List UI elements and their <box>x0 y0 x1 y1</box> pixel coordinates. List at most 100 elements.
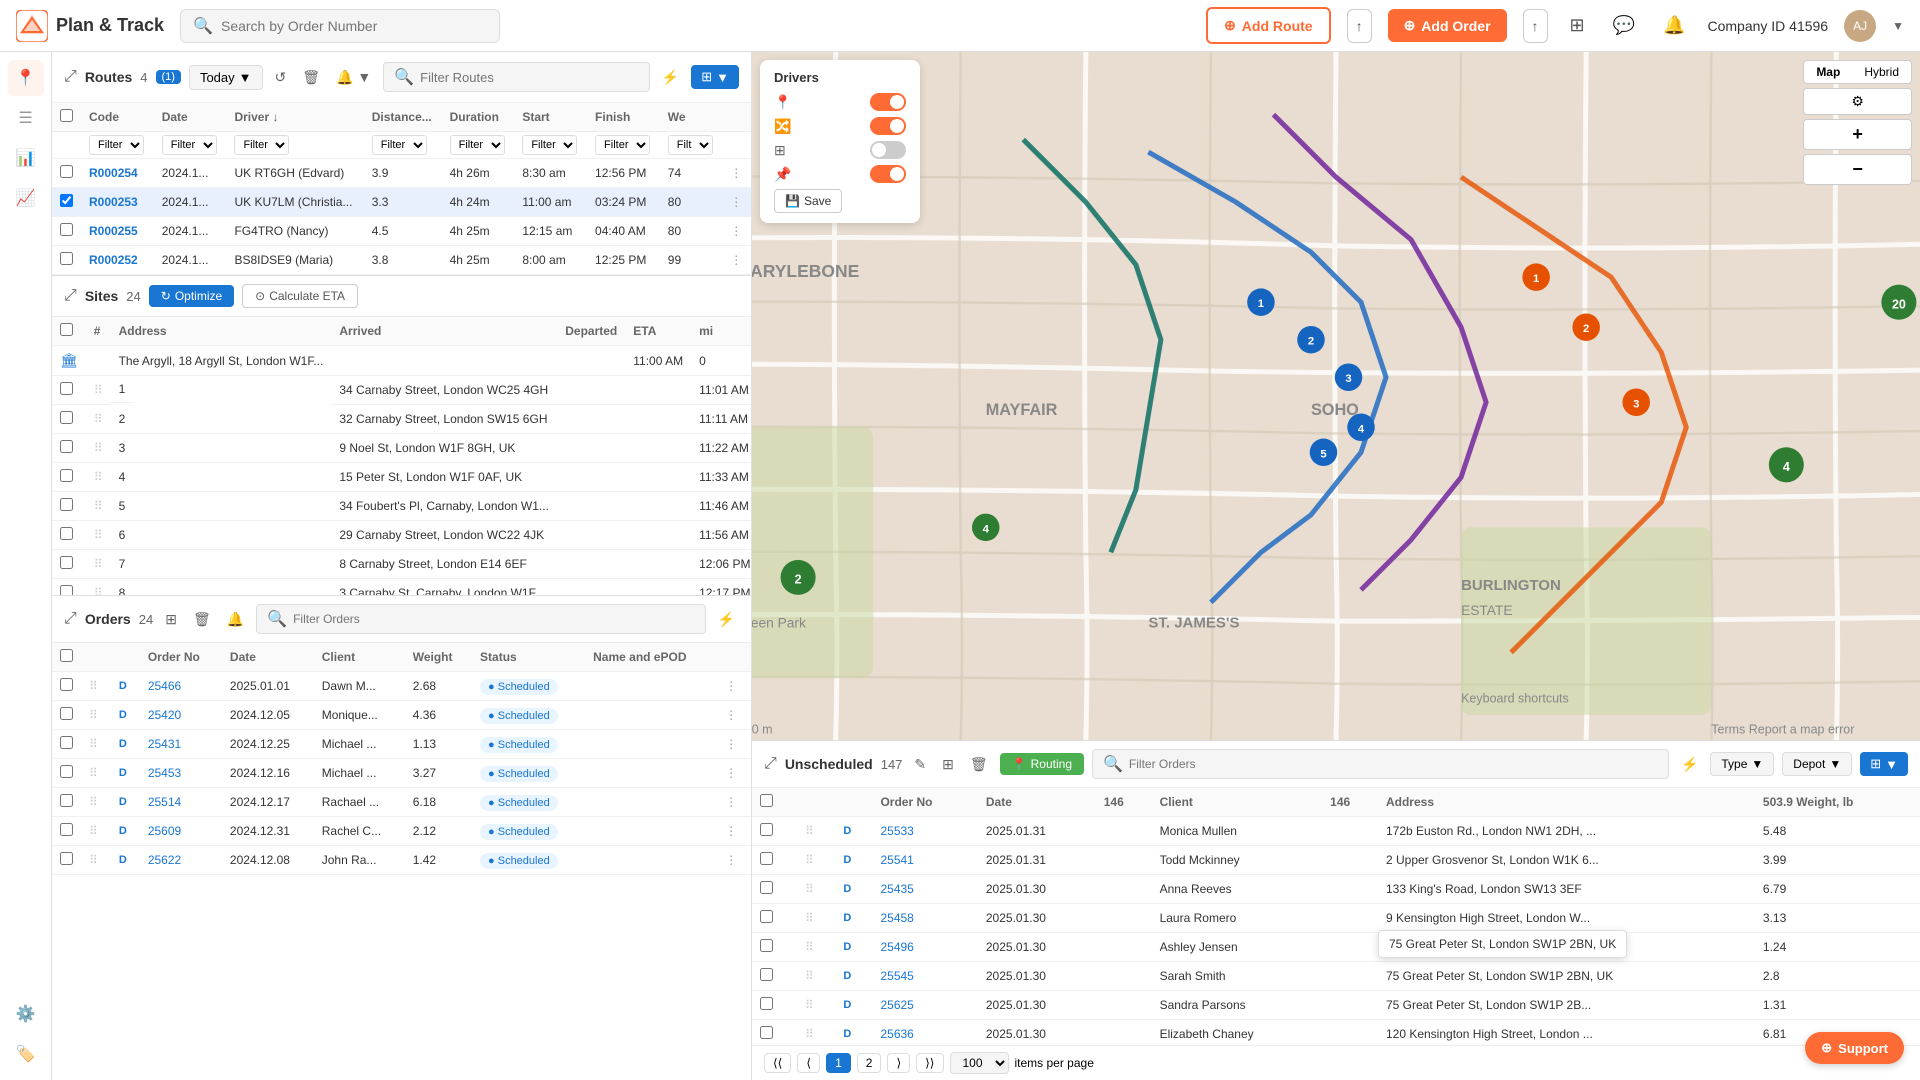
filter-date[interactable]: Filter <box>162 135 217 155</box>
upload-button[interactable]: ↑ <box>1347 9 1372 43</box>
unsched-order-5[interactable]: 25545 <box>872 962 977 991</box>
sidebar-item-settings[interactable]: ⚙️ <box>8 996 44 1032</box>
orders-delete-btn[interactable]: 🗑 <box>189 607 215 632</box>
unsched-drag-5[interactable]: ⠿ <box>805 969 814 983</box>
route-more-1[interactable]: ⋮ <box>722 188 751 217</box>
table-row[interactable]: ⠿ D 25609 2024.12.31 Rachel C... 2.12 ● … <box>52 817 751 846</box>
depot-dropdown[interactable]: Depot ▼ <box>1782 752 1852 776</box>
optimize-button[interactable]: ↻ Optimize <box>149 285 234 307</box>
filter-duration[interactable]: Filter <box>450 135 505 155</box>
unscheduled-expand-icon[interactable]: ⤢ <box>764 755 777 773</box>
unsched-drag-3[interactable]: ⠿ <box>805 911 814 925</box>
filter-start[interactable]: Filter <box>522 135 577 155</box>
order-no-2[interactable]: 25431 <box>140 730 222 759</box>
map-settings-btn[interactable]: ⚙ <box>1803 88 1912 115</box>
filter-driver[interactable]: Filter <box>234 135 289 155</box>
order-more-0[interactable]: ⋮ <box>717 672 751 701</box>
driver-toggle-2[interactable] <box>870 117 906 135</box>
sidebar-item-analytics[interactable]: 📈 <box>8 180 44 216</box>
table-row[interactable]: ⠿ D 25636 2025.01.30 Elizabeth Chaney 12… <box>752 1020 1920 1046</box>
table-row[interactable]: ⠿ D 25453 2024.12.16 Michael ... 3.27 ● … <box>52 759 751 788</box>
unsched-order-0[interactable]: 25533 <box>872 817 977 846</box>
items-per-page-select[interactable]: 100 50 25 <box>950 1052 1009 1074</box>
table-row[interactable]: ⠿ 1 34 Carnaby Street, London WC25 4GH 1… <box>52 376 751 405</box>
order-checkbox-5[interactable] <box>60 823 73 836</box>
unsched-order-4[interactable]: 25496 <box>872 933 977 962</box>
order-more-4[interactable]: ⋮ <box>717 788 751 817</box>
unscheduled-select-all[interactable] <box>760 794 773 807</box>
driver-toggle-1[interactable] <box>870 93 906 111</box>
page-2-btn[interactable]: 2 <box>857 1053 882 1073</box>
site-drag-handle-7[interactable]: ⠿ <box>94 557 103 571</box>
map-zoom-out-btn[interactable]: − <box>1803 154 1912 185</box>
routes-view-toggle[interactable]: ⊞ ▼ <box>691 65 739 89</box>
driver-toggle-3[interactable] <box>870 141 906 159</box>
table-row[interactable]: ⠿ 8 3 Carnaby St, Carnaby, London W1F ..… <box>52 579 751 597</box>
bell-icon-btn[interactable]: 🔔 <box>1657 9 1691 42</box>
order-drag-0[interactable]: ⠿ <box>89 679 98 693</box>
page-next-btn[interactable]: ⟩ <box>887 1053 910 1073</box>
table-row[interactable]: ⠿ D 25431 2024.12.25 Michael ... 1.13 ● … <box>52 730 751 759</box>
order-more-6[interactable]: ⋮ <box>717 846 751 875</box>
table-row[interactable]: ⠿ 4 15 Peter St, London W1F 0AF, UK 11:3… <box>52 463 751 492</box>
route-checkbox-1[interactable] <box>60 194 73 207</box>
routes-select-all-checkbox[interactable] <box>60 109 73 122</box>
order-no-0[interactable]: 25466 <box>140 672 222 701</box>
table-row[interactable]: R000255 2024.1... FG4TRO (Nancy) 4.5 4h … <box>52 217 751 246</box>
site-checkbox-8[interactable] <box>60 585 73 596</box>
page-first-btn[interactable]: ⟨⟨ <box>764 1053 791 1073</box>
orders-filter-icon-btn[interactable]: ⚡ <box>714 607 739 632</box>
filter-unscheduled-box[interactable]: 🔍 <box>1092 749 1669 779</box>
table-row[interactable]: ⠿ 2 32 Carnaby Street, London SW15 6GH 1… <box>52 405 751 434</box>
table-row[interactable]: R000254 2024.1... UK RT6GH (Edvard) 3.9 … <box>52 159 751 188</box>
table-row[interactable]: ⠿ 6 29 Carnaby Street, London WC22 4JK 1… <box>52 521 751 550</box>
table-row[interactable]: ⠿ D 25496 2025.01.30 Ashley Jensen Hampt… <box>752 933 1920 962</box>
sites-expand-icon[interactable]: ⤢ <box>64 287 77 305</box>
unsched-drag-6[interactable]: ⠿ <box>805 998 814 1012</box>
table-row[interactable]: ⠿ D 25622 2024.12.08 John Ra... 1.42 ● S… <box>52 846 751 875</box>
order-checkbox-1[interactable] <box>60 707 73 720</box>
order-checkbox-2[interactable] <box>60 736 73 749</box>
table-row[interactable]: ⠿ D 25514 2024.12.17 Rachael ... 6.18 ● … <box>52 788 751 817</box>
table-row[interactable]: ⠿ D 25541 2025.01.31 Todd Mckinney 2 Upp… <box>752 846 1920 875</box>
route-checkbox-3[interactable] <box>60 252 73 265</box>
filter-we[interactable]: Filt <box>668 135 713 155</box>
map-view-btn[interactable]: Map <box>1804 61 1852 83</box>
site-checkbox-6[interactable] <box>60 527 73 540</box>
route-checkbox-2[interactable] <box>60 223 73 236</box>
site-drag-handle-3[interactable]: ⠿ <box>94 441 103 455</box>
unsched-order-1[interactable]: 25541 <box>872 846 977 875</box>
type-dropdown[interactable]: Type ▼ <box>1710 752 1774 776</box>
unscheduled-delete-btn[interactable]: 🗑 <box>966 752 992 777</box>
site-drag-handle-2[interactable]: ⠿ <box>94 412 103 426</box>
route-more-2[interactable]: ⋮ <box>722 217 751 246</box>
site-drag-handle-8[interactable]: ⠿ <box>94 586 103 596</box>
order-checkbox-4[interactable] <box>60 794 73 807</box>
chat-icon-btn[interactable]: 💬 <box>1607 9 1641 42</box>
site-checkbox-7[interactable] <box>60 556 73 569</box>
page-prev-btn[interactable]: ⟨ <box>797 1053 820 1073</box>
page-last-btn[interactable]: ⟩⟩ <box>916 1053 943 1073</box>
site-drag-handle-4[interactable]: ⠿ <box>94 470 103 484</box>
routes-refresh-btn[interactable]: ↺ <box>271 65 291 90</box>
filter-finish[interactable]: Filter <box>595 135 650 155</box>
hybrid-view-btn[interactable]: Hybrid <box>1852 61 1911 83</box>
routes-filter-icon-btn[interactable]: ⚡ <box>658 65 683 90</box>
table-row[interactable]: R000252 2024.1... BS8IDSE9 (Maria) 3.8 4… <box>52 246 751 275</box>
order-more-1[interactable]: ⋮ <box>717 701 751 730</box>
search-input[interactable] <box>221 18 487 34</box>
order-checkbox-0[interactable] <box>60 678 73 691</box>
table-row[interactable]: ⠿ D 25625 2025.01.30 Sandra Parsons 75 G… <box>752 991 1920 1020</box>
unsched-checkbox-2[interactable] <box>760 881 773 894</box>
filter-code[interactable]: Filter <box>89 135 144 155</box>
order-checkbox-6[interactable] <box>60 852 73 865</box>
unsched-checkbox-4[interactable] <box>760 939 773 952</box>
table-row[interactable]: ⠿ D 25533 2025.01.31 Monica Mullen 172b … <box>752 817 1920 846</box>
unsched-order-7[interactable]: 25636 <box>872 1020 977 1046</box>
site-drag-handle-5[interactable]: ⠿ <box>94 499 103 513</box>
table-row[interactable]: ⠿ D 25458 2025.01.30 Laura Romero 9 Kens… <box>752 904 1920 933</box>
filter-unscheduled-input[interactable] <box>1129 757 1658 771</box>
table-row[interactable]: ⠿ 5 34 Foubert's Pl, Carnaby, London W1.… <box>52 492 751 521</box>
site-checkbox-2[interactable] <box>60 411 73 424</box>
unsched-order-6[interactable]: 25625 <box>872 991 977 1020</box>
